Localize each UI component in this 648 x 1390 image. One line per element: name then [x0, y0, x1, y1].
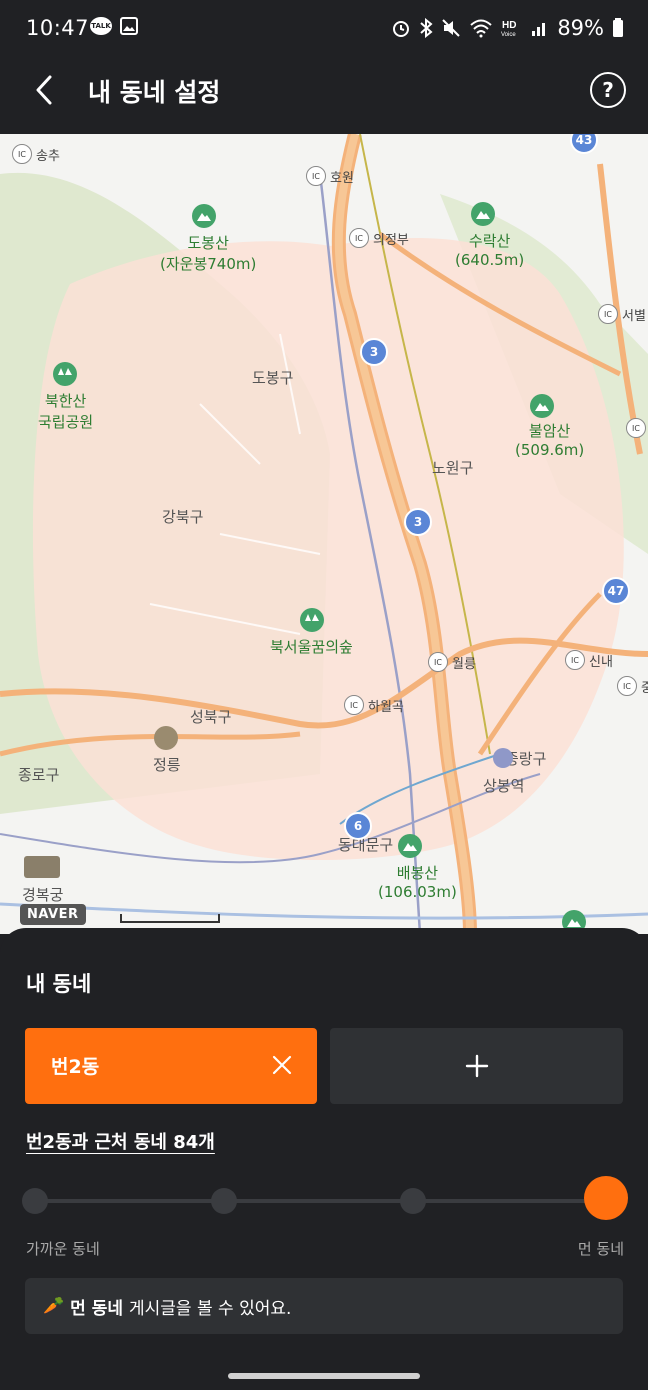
gallery-icon: [120, 17, 138, 35]
route-3-badge: 3: [360, 338, 388, 366]
mountain-icon: [530, 394, 554, 418]
map-label-dobongsan: 도봉산 (자운봉740m): [160, 234, 257, 273]
map-base: [0, 134, 648, 934]
page-title: 내 동네 설정: [88, 78, 221, 107]
sheet-title: 내 동네: [26, 972, 92, 996]
range-slider-step[interactable]: [211, 1188, 237, 1214]
range-info-box: 🥕 먼 동네 게시글을 볼 수 있어요.: [25, 1278, 623, 1334]
nearby-neighborhoods-link[interactable]: 번2동과 근처 동네 84개: [26, 1128, 215, 1154]
map-label-seongbukgu: 성북구: [190, 708, 232, 726]
map-ic-sinnae: IC 신내: [565, 650, 613, 670]
app-bar: 내 동네 설정 ?: [0, 58, 648, 134]
wifi-icon: [470, 19, 492, 38]
back-button[interactable]: [28, 73, 62, 107]
map-label-dobonggu: 도봉구: [252, 369, 294, 387]
route-6-badge: 6: [344, 812, 372, 840]
svg-text:Voice: Voice: [501, 32, 516, 38]
map-label-buramsan: 불암산 (509.6m): [515, 422, 585, 459]
map-ic-uijeongbu: IC 의정부: [349, 228, 409, 248]
help-icon: ?: [602, 78, 614, 102]
alarm-icon: [393, 21, 410, 37]
status-bar: 10:47 TALK HD Voice 89%: [0, 0, 648, 58]
bluetooth-icon: [420, 18, 433, 38]
carrot-icon: 🥕: [43, 1296, 65, 1316]
svg-text:HD: HD: [502, 20, 516, 31]
subway-icon: [493, 748, 513, 768]
palace-icon: [154, 726, 178, 750]
range-slider-track[interactable]: [34, 1199, 606, 1203]
range-slider-thumb[interactable]: [584, 1176, 628, 1220]
neighborhood-label: 번2동: [51, 1056, 100, 1078]
map-ic-wolleung: IC 월릉: [428, 652, 476, 672]
map-label-forest: 북서울꿈의숲: [270, 638, 353, 656]
kakaotalk-icon: TALK: [90, 17, 112, 35]
range-slider-step[interactable]: [22, 1188, 48, 1214]
map-label-jeongneung: 정릉: [153, 756, 181, 774]
map-ic-howon: IC 호원: [306, 166, 354, 186]
battery-icon: [613, 18, 623, 37]
naver-logo: NAVER: [20, 904, 86, 925]
help-button[interactable]: ?: [590, 72, 626, 108]
info-highlight: 먼 동네: [70, 1298, 124, 1319]
map-label-nowongu: 노원구: [432, 459, 474, 477]
status-time: 10:47: [26, 16, 90, 40]
info-text: 게시글을 볼 수 있어요.: [129, 1298, 292, 1319]
status-right: HD Voice 89%: [391, 16, 624, 40]
selected-neighborhood-chip[interactable]: 번2동: [25, 1028, 317, 1104]
home-indicator[interactable]: [228, 1373, 420, 1379]
map-label-bukhansan: 북한산 국립공원: [38, 392, 94, 431]
map-scale-bar: [120, 914, 220, 923]
map-ic-jung: IC 중: [617, 676, 648, 696]
mountain-icon: [471, 202, 495, 226]
map-label-suraksan: 수락산 (640.5m): [455, 232, 525, 269]
forest-icon: [53, 362, 77, 386]
route-47-badge: 47: [602, 577, 630, 605]
map-label-gangbukgu: 강북구: [162, 508, 204, 526]
map-ic-songchu: IC 송추: [12, 144, 60, 164]
battery-percent: 89%: [557, 16, 604, 40]
map-view[interactable]: IC 송추 IC 호원 IC 의정부 IC 서별 IC IC 월릉 IC 신내 IC 중 IC…: [0, 134, 648, 934]
mountain-icon: [398, 834, 422, 858]
neighborhood-sheet: 내 동네 번2동 번2동과 근처 동네 84개 가까운 동네 먼 동네 🥕 먼 …: [0, 928, 648, 1390]
route-3-badge: 3: [404, 508, 432, 536]
map-ic-seobyeol: IC 서별: [598, 304, 646, 324]
map-label-sangbongyeok: 상봉역: [483, 777, 525, 795]
add-neighborhood-button[interactable]: [330, 1028, 623, 1104]
plus-icon: [465, 1054, 488, 1078]
range-slider-step[interactable]: [400, 1188, 426, 1214]
map-ic-hawolgok: IC 하월곡: [344, 695, 404, 715]
slider-min-label: 가까운 동네: [26, 1240, 100, 1258]
close-icon[interactable]: [271, 1054, 293, 1076]
notification-icons: TALK: [90, 17, 138, 35]
signal-icon: [532, 23, 546, 36]
map-label-jongnogu: 종로구: [18, 766, 60, 784]
hd-voice-icon: HDVoice: [501, 20, 516, 38]
map-label-gyeongbokgung: 경복궁: [22, 886, 64, 904]
map-label-baebongsan: 배봉산 (106.03m): [378, 864, 457, 901]
mountain-icon: [192, 204, 216, 228]
mute-icon: [442, 19, 461, 37]
palace-icon: [24, 856, 60, 878]
map-ic-edge: IC: [626, 418, 646, 438]
slider-max-label: 먼 동네: [577, 1240, 624, 1258]
forest-icon: [300, 608, 324, 632]
